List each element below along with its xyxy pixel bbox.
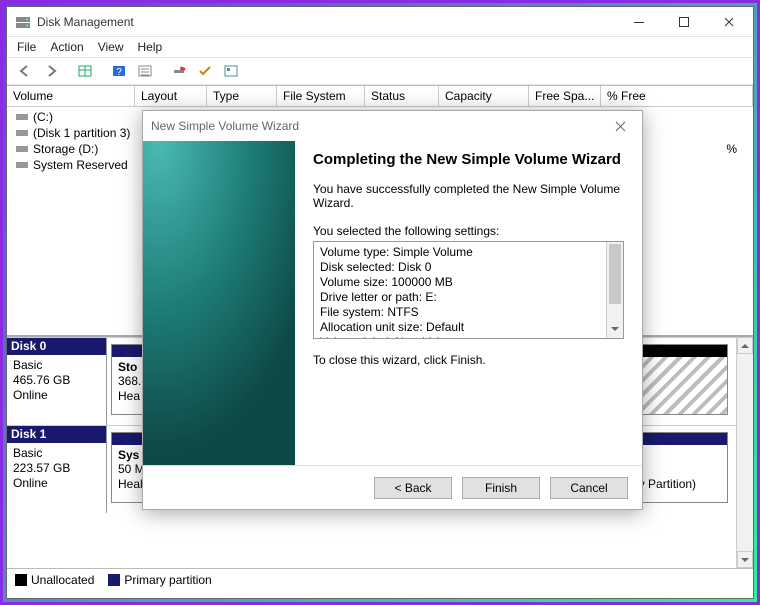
titlebar[interactable]: Disk Management bbox=[7, 7, 753, 37]
view-list-icon[interactable] bbox=[73, 60, 97, 82]
setting-line: Volume label: New Volume bbox=[320, 335, 617, 339]
wizard-settings-box[interactable]: Volume type: Simple Volume Disk selected… bbox=[313, 241, 624, 339]
volume-icon bbox=[15, 127, 29, 139]
legend: Unallocated Primary partition bbox=[7, 568, 753, 590]
check-icon[interactable] bbox=[193, 60, 217, 82]
menu-file[interactable]: File bbox=[17, 40, 36, 54]
wizard-title-text: New Simple Volume Wizard bbox=[151, 119, 299, 133]
chevron-down-icon[interactable] bbox=[607, 321, 623, 338]
vertical-scrollbar[interactable] bbox=[736, 337, 753, 568]
disk-info[interactable]: Disk 1 Basic 223.57 GB Online bbox=[7, 426, 107, 513]
settings-scrollbar[interactable] bbox=[606, 242, 623, 338]
menu-action[interactable]: Action bbox=[50, 40, 83, 54]
col-status[interactable]: Status bbox=[365, 86, 439, 106]
properties-icon[interactable] bbox=[219, 60, 243, 82]
back-button[interactable] bbox=[13, 60, 37, 82]
minimize-button[interactable] bbox=[616, 8, 661, 36]
disk-management-icon bbox=[15, 14, 31, 30]
col-type[interactable]: Type bbox=[207, 86, 277, 106]
wizard-selected-label: You selected the following settings: bbox=[313, 224, 624, 238]
legend-swatch-unallocated bbox=[15, 574, 27, 586]
col-free[interactable]: Free Spa... bbox=[529, 86, 601, 106]
wizard-titlebar[interactable]: New Simple Volume Wizard bbox=[143, 111, 642, 141]
wizard-heading: Completing the New Simple Volume Wizard bbox=[313, 151, 624, 170]
maximize-button[interactable] bbox=[661, 8, 706, 36]
volume-icon bbox=[15, 143, 29, 155]
legend-swatch-primary bbox=[108, 574, 120, 586]
wizard-dialog: New Simple Volume Wizard Completing the … bbox=[142, 110, 643, 510]
window-title: Disk Management bbox=[37, 15, 616, 29]
refresh-icon[interactable] bbox=[167, 60, 191, 82]
scroll-down-icon[interactable] bbox=[737, 551, 753, 568]
setting-line: Volume type: Simple Volume bbox=[320, 245, 617, 260]
settings-list-icon[interactable] bbox=[133, 60, 157, 82]
volume-icon bbox=[15, 159, 29, 171]
wizard-complete-text: You have successfully completed the New … bbox=[313, 182, 624, 210]
volume-label: System Reserved bbox=[33, 158, 128, 172]
close-window-button[interactable] bbox=[706, 8, 751, 36]
volume-icon bbox=[15, 111, 29, 123]
col-volume[interactable]: Volume bbox=[7, 86, 135, 106]
forward-button[interactable] bbox=[39, 60, 63, 82]
pct-value: % bbox=[726, 142, 749, 156]
setting-line: Allocation unit size: Default bbox=[320, 320, 617, 335]
col-fs[interactable]: File System bbox=[277, 86, 365, 106]
menu-help[interactable]: Help bbox=[138, 40, 163, 54]
cancel-button[interactable]: Cancel bbox=[550, 477, 628, 499]
volume-label: Storage (D:) bbox=[33, 142, 98, 156]
setting-line: Disk selected: Disk 0 bbox=[320, 260, 617, 275]
volume-grid-header: Volume Layout Type File System Status Ca… bbox=[7, 85, 753, 107]
volume-label: (C:) bbox=[33, 110, 53, 124]
col-capacity[interactable]: Capacity bbox=[439, 86, 529, 106]
col-layout[interactable]: Layout bbox=[135, 86, 207, 106]
setting-line: File system: NTFS bbox=[320, 305, 617, 320]
volume-label: (Disk 1 partition 3) bbox=[33, 126, 130, 140]
disk-info[interactable]: Disk 0 Basic 465.76 GB Online bbox=[7, 338, 107, 425]
toolbar: ? bbox=[7, 57, 753, 85]
help-icon[interactable]: ? bbox=[107, 60, 131, 82]
back-button[interactable]: < Back bbox=[374, 477, 452, 499]
finish-button[interactable]: Finish bbox=[462, 477, 540, 499]
menu-view[interactable]: View bbox=[98, 40, 124, 54]
wizard-sidebar-graphic bbox=[143, 141, 295, 465]
col-pct[interactable]: % Free bbox=[601, 86, 753, 106]
disk-name: Disk 1 bbox=[7, 426, 106, 443]
disk-name: Disk 0 bbox=[7, 338, 106, 355]
close-icon[interactable] bbox=[606, 115, 634, 137]
svg-text:?: ? bbox=[116, 67, 122, 78]
wizard-button-row: < Back Finish Cancel bbox=[143, 465, 642, 509]
setting-line: Drive letter or path: E: bbox=[320, 290, 617, 305]
menubar: File Action View Help bbox=[7, 37, 753, 57]
wizard-close-hint: To close this wizard, click Finish. bbox=[313, 353, 624, 367]
scroll-up-icon[interactable] bbox=[737, 337, 753, 354]
setting-line: Volume size: 100000 MB bbox=[320, 275, 617, 290]
